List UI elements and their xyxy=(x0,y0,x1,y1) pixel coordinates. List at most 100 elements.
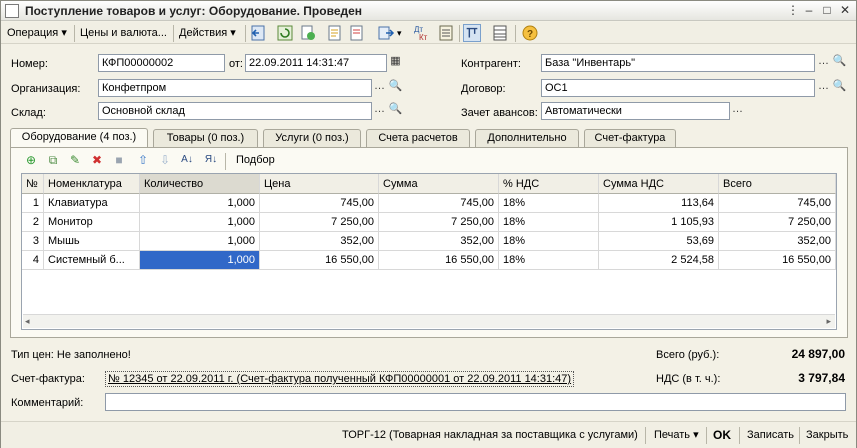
close-window-button[interactable]: ✕ xyxy=(837,3,853,18)
warehouse-select-button[interactable]: … xyxy=(372,102,387,119)
sort-desc-icon[interactable]: Я↓ xyxy=(203,152,219,168)
cell-total[interactable]: 16 550,00 xyxy=(719,251,836,270)
table-row[interactable]: 3 Мышь 1,000 352,00 352,00 18% 53,69 352… xyxy=(22,232,836,251)
col-header-vat-rate[interactable]: % НДС xyxy=(499,174,599,194)
table-row[interactable]: 2 Монитор 1,000 7 250,00 7 250,00 18% 1 … xyxy=(22,213,836,232)
cell-price[interactable]: 352,00 xyxy=(260,232,379,251)
end-edit-icon[interactable]: ■ xyxy=(111,152,127,168)
add-row-icon[interactable]: ⊕ xyxy=(23,152,39,168)
move-down-icon[interactable]: ⇩ xyxy=(157,152,173,168)
refresh-icon[interactable] xyxy=(276,24,294,42)
contract-open-icon[interactable]: 🔍 xyxy=(832,79,847,96)
close-button[interactable]: Закрыть xyxy=(803,427,851,444)
organization-field[interactable]: Конфетпром xyxy=(98,79,372,97)
cell-item[interactable]: Монитор xyxy=(44,213,140,232)
counterparty-select-button[interactable]: … xyxy=(816,54,831,71)
cell-total[interactable]: 7 250,00 xyxy=(719,213,836,232)
invoice-link[interactable]: № 12345 от 22.09.2011 г. (Счет-фактура п… xyxy=(105,371,575,387)
cell-price[interactable]: 745,00 xyxy=(260,194,379,213)
tab-equipment[interactable]: Оборудование (4 поз.) xyxy=(10,128,148,148)
col-header-num[interactable]: № xyxy=(22,174,44,194)
cell-sum[interactable]: 352,00 xyxy=(379,232,499,251)
ok-button[interactable]: OK xyxy=(710,427,734,444)
cell-vat-sum[interactable]: 53,69 xyxy=(599,232,719,251)
edit-row-icon[interactable]: ✎ xyxy=(67,152,83,168)
cell-vat-sum[interactable]: 113,64 xyxy=(599,194,719,213)
cell-quantity[interactable]: 1,000 xyxy=(140,232,260,251)
cell-vat-sum[interactable]: 2 524,58 xyxy=(599,251,719,270)
copy-doc-icon[interactable] xyxy=(299,24,317,42)
movements-icon[interactable]: ДтКт xyxy=(413,24,431,42)
number-field[interactable]: КФП00000002 xyxy=(98,54,225,72)
structure-icon[interactable] xyxy=(463,24,481,42)
col-header-quantity[interactable]: Количество xyxy=(140,174,260,194)
horizontal-scrollbar[interactable]: ◂ ▸ xyxy=(23,314,835,328)
maximize-button[interactable]: □ xyxy=(819,3,835,18)
select-items-button[interactable]: Подбор xyxy=(236,154,275,166)
organization-open-icon[interactable]: 🔍 xyxy=(388,79,403,96)
tab-goods[interactable]: Товары (0 поз.) xyxy=(153,129,258,147)
table-row-selected[interactable]: 4 Системный б... 1,000 16 550,00 16 550,… xyxy=(22,251,836,270)
cell-quantity-selected[interactable]: 1,000 xyxy=(140,251,260,270)
cell-vat-rate[interactable]: 18% xyxy=(499,213,599,232)
copy-row-icon[interactable]: ⧉ xyxy=(45,152,61,168)
help-icon[interactable]: ? xyxy=(521,24,539,42)
post-doc-icon[interactable] xyxy=(326,24,344,42)
cell-vat-rate[interactable]: 18% xyxy=(499,251,599,270)
table-settings-icon[interactable] xyxy=(491,24,509,42)
col-header-total[interactable]: Всего xyxy=(719,174,836,194)
cell-item[interactable]: Клавиатура xyxy=(44,194,140,213)
cell-price[interactable]: 7 250,00 xyxy=(260,213,379,232)
save-button[interactable]: Записать xyxy=(744,427,797,444)
comment-field[interactable] xyxy=(105,393,846,411)
prices-button[interactable]: Цены и валюта... xyxy=(77,25,170,42)
organization-select-button[interactable]: … xyxy=(372,79,387,96)
table-row[interactable]: 1 Клавиатура 1,000 745,00 745,00 18% 113… xyxy=(22,194,836,213)
contract-select-button[interactable]: … xyxy=(816,79,831,96)
cell-sum[interactable]: 7 250,00 xyxy=(379,213,499,232)
col-header-vat-sum[interactable]: Сумма НДС xyxy=(599,174,719,194)
delete-row-icon[interactable]: ✖ xyxy=(89,152,105,168)
cell-vat-rate[interactable]: 18% xyxy=(499,194,599,213)
advance-offset-field[interactable]: Автоматически xyxy=(541,102,730,120)
warehouse-open-icon[interactable]: 🔍 xyxy=(388,102,403,119)
actions-menu[interactable]: Действия ▾ xyxy=(176,25,239,42)
cell-sum[interactable]: 745,00 xyxy=(379,194,499,213)
based-on-dropdown[interactable]: ▾ xyxy=(394,25,405,42)
operation-menu[interactable]: Операция ▾ xyxy=(4,25,70,42)
report-icon[interactable] xyxy=(437,24,455,42)
tab-additional[interactable]: Дополнительно xyxy=(475,129,579,147)
date-field[interactable]: 22.09.2011 14:31:47 xyxy=(245,54,387,72)
counterparty-field[interactable]: База "Инвентарь" xyxy=(541,54,815,72)
minimize-button[interactable]: – xyxy=(801,3,817,18)
more-icon[interactable]: ⋮ xyxy=(785,3,801,18)
print-menu[interactable]: Печать ▾ xyxy=(651,427,702,444)
warehouse-field[interactable]: Основной склад xyxy=(98,102,372,120)
unpost-doc-icon[interactable] xyxy=(348,24,366,42)
calendar-icon[interactable]: ▦ xyxy=(388,54,403,71)
cell-item[interactable]: Системный б... xyxy=(44,251,140,270)
back-icon[interactable] xyxy=(249,24,267,42)
advance-offset-select-button[interactable]: … xyxy=(730,102,745,119)
cell-sum[interactable]: 16 550,00 xyxy=(379,251,499,270)
contract-field[interactable]: ОС1 xyxy=(541,79,815,97)
counterparty-open-icon[interactable]: 🔍 xyxy=(832,54,847,71)
based-on-icon[interactable] xyxy=(377,24,395,42)
tab-invoice[interactable]: Счет-фактура xyxy=(584,129,676,147)
col-header-sum[interactable]: Сумма xyxy=(379,174,499,194)
scroll-left-icon[interactable]: ◂ xyxy=(25,316,30,327)
cell-vat-rate[interactable]: 18% xyxy=(499,232,599,251)
cell-quantity[interactable]: 1,000 xyxy=(140,194,260,213)
torg12-print-button[interactable]: ТОРГ-12 (Товарная накладная за поставщик… xyxy=(339,427,641,444)
cell-total[interactable]: 745,00 xyxy=(719,194,836,213)
cell-item[interactable]: Мышь xyxy=(44,232,140,251)
move-up-icon[interactable]: ⇧ xyxy=(135,152,151,168)
cell-price[interactable]: 16 550,00 xyxy=(260,251,379,270)
cell-vat-sum[interactable]: 1 105,93 xyxy=(599,213,719,232)
cell-total[interactable]: 352,00 xyxy=(719,232,836,251)
tab-services[interactable]: Услуги (0 поз.) xyxy=(263,129,361,147)
sort-asc-icon[interactable]: A↓ xyxy=(179,152,195,168)
scroll-right-icon[interactable]: ▸ xyxy=(826,316,831,327)
tab-settlement-accounts[interactable]: Счета расчетов xyxy=(366,129,470,147)
cell-quantity[interactable]: 1,000 xyxy=(140,213,260,232)
